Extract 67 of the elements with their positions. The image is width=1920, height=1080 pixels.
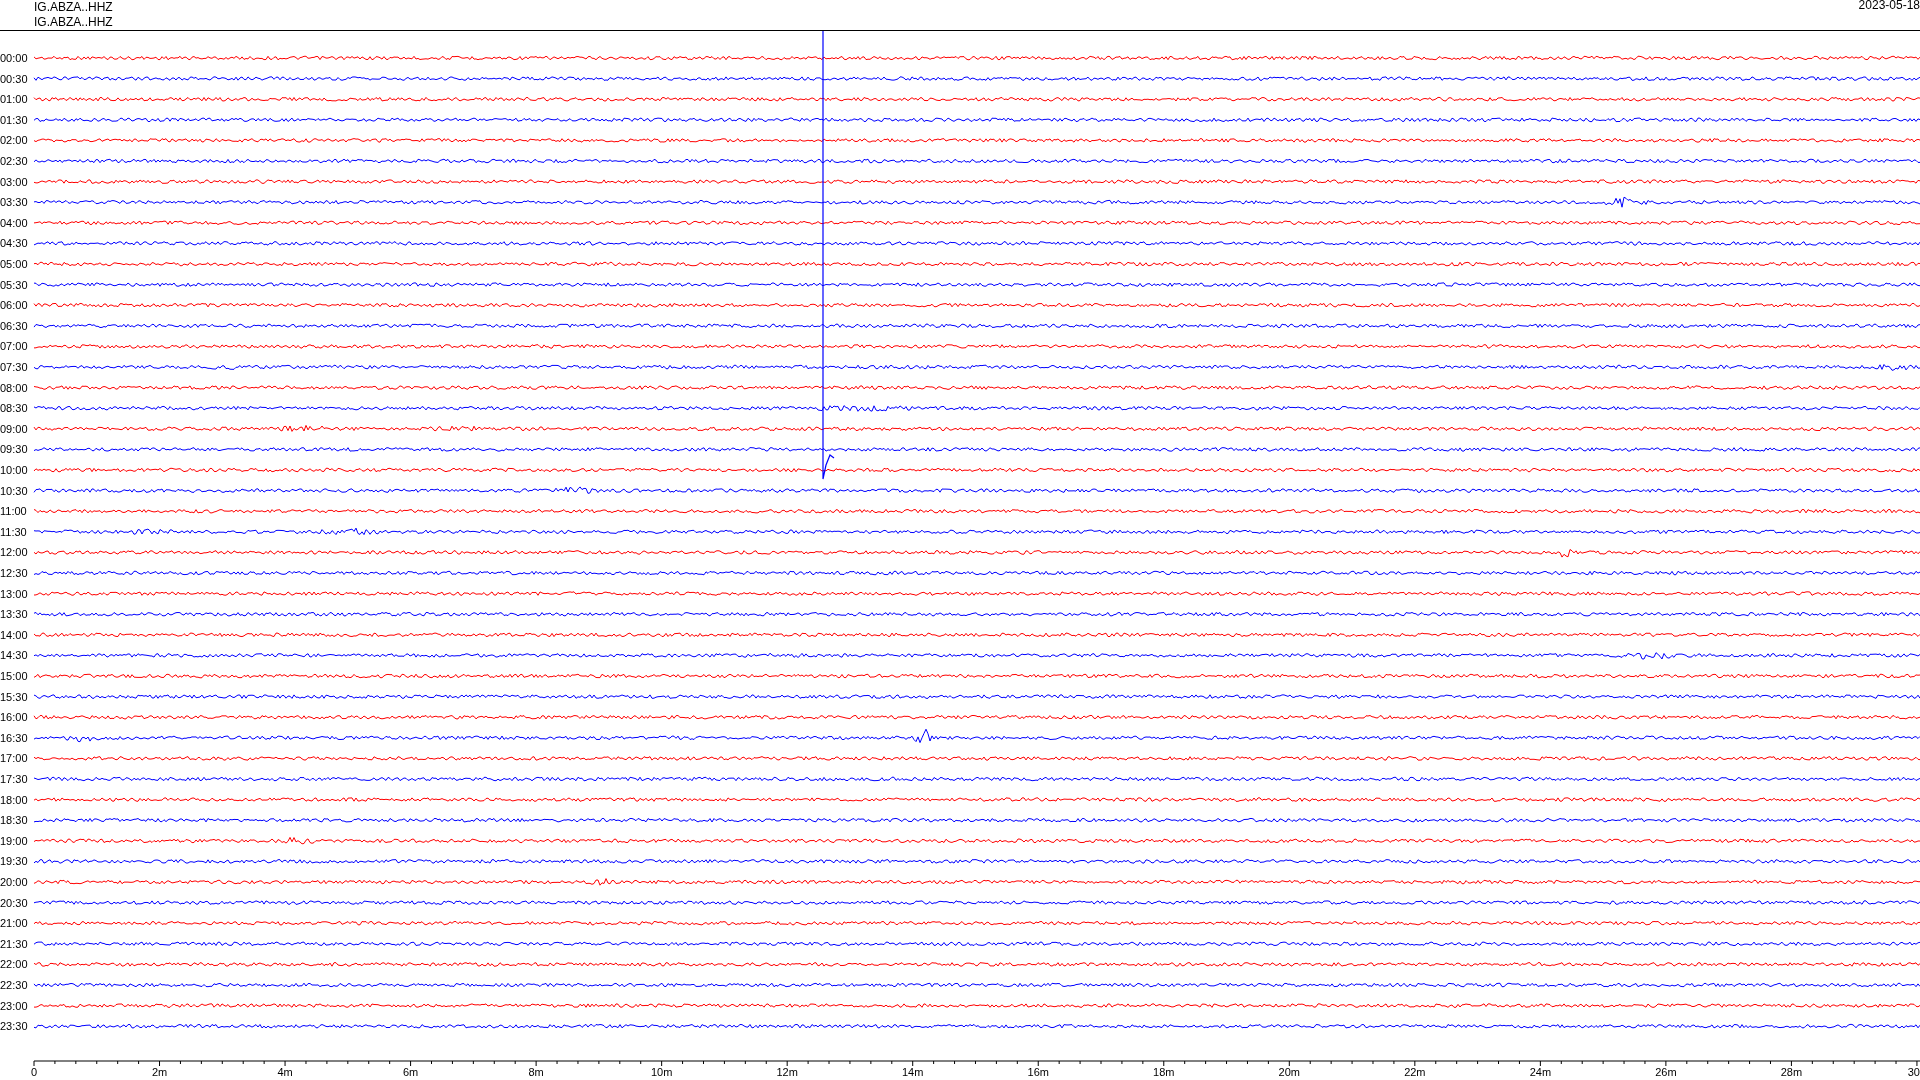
row-time-label: 02:30 <box>0 155 28 167</box>
axis-tick-label: 10m <box>650 1066 673 1078</box>
row-time-label: 19:30 <box>0 855 28 868</box>
row-time-label: 22:30 <box>0 979 28 991</box>
axis-tick-label: 28m <box>1780 1066 1803 1078</box>
axis-tick-label: 6m <box>402 1066 419 1078</box>
row-time-label: 09:00 <box>0 422 28 435</box>
axis-tick-label: 30 <box>1907 1066 1920 1078</box>
axis-tick-label: 20m <box>1278 1066 1300 1078</box>
row-time-label: 02:00 <box>0 134 28 147</box>
row-time-label: 13:00 <box>0 587 28 600</box>
row-time-label: 08:00 <box>0 381 28 394</box>
row-time-label: 05:30 <box>0 278 28 291</box>
row-time-label: 10:30 <box>0 484 28 497</box>
station-label: IG.ABZA..HHZ <box>34 0 113 14</box>
row-time-label: 14:00 <box>0 628 28 641</box>
row-time-label: 14:30 <box>0 649 28 662</box>
row-time-label: 04:00 <box>0 216 28 229</box>
axis-tick-label: 22m <box>1404 1066 1426 1078</box>
axis-tick-label: 16m <box>1027 1066 1049 1078</box>
row-time-label: 08:30 <box>0 402 28 415</box>
axis-tick-label: 12m <box>776 1066 798 1078</box>
date-label: 2023-05-18 <box>1858 0 1920 12</box>
row-time-label: 04:30 <box>0 237 28 250</box>
axis-tick-label: 14m <box>902 1066 924 1078</box>
axis-tick-label: 8m <box>528 1066 544 1078</box>
row-time-label: 18:30 <box>0 814 28 827</box>
row-time-label: 17:00 <box>0 752 28 765</box>
axis-tick-label: 2m <box>151 1066 168 1078</box>
row-time-label: 20:00 <box>0 876 28 888</box>
row-time-label: 16:30 <box>0 731 28 744</box>
axis-tick-label: 4m <box>277 1066 293 1078</box>
row-time-label: 05:00 <box>0 258 28 270</box>
row-time-label: 06:00 <box>0 299 28 312</box>
axis-tick-label: 0 <box>30 1066 38 1078</box>
row-time-label: 15:30 <box>0 690 28 703</box>
row-time-label: 09:30 <box>0 443 28 456</box>
row-time-label: 23:30 <box>0 1020 28 1033</box>
row-time-label: 11:00 <box>0 505 27 518</box>
row-time-label: 18:00 <box>0 793 28 806</box>
axis-tick-label: 26m <box>1655 1066 1677 1078</box>
row-time-label: 07:00 <box>0 340 28 353</box>
row-time-label: 10:00 <box>0 464 28 476</box>
row-time-label: 16:00 <box>0 711 28 724</box>
row-time-label: 15:00 <box>0 670 28 682</box>
row-time-label: 01:00 <box>0 93 28 106</box>
row-time-label: 12:00 <box>0 546 28 559</box>
axis-tick-label: 24m <box>1529 1066 1552 1078</box>
row-time-label: 07:30 <box>0 361 28 373</box>
row-time-label: 20:30 <box>0 896 28 909</box>
row-time-label: 19:00 <box>0 834 28 847</box>
row-time-label: 12:30 <box>0 567 28 579</box>
row-time-label: 17:30 <box>0 773 28 785</box>
row-time-label: 21:30 <box>0 937 28 950</box>
row-time-label: 21:00 <box>0 917 28 930</box>
row-time-label: 11:30 <box>0 525 27 538</box>
row-time-label: 03:00 <box>0 175 28 188</box>
row-time-label: 23:00 <box>0 999 28 1012</box>
row-time-label: 00:00 <box>0 52 28 64</box>
row-time-label: 00:30 <box>0 72 28 85</box>
row-time-label: 13:30 <box>0 608 28 621</box>
row-time-label: 22:00 <box>0 958 28 971</box>
row-time-label: 01:30 <box>0 113 28 126</box>
station-label: IG.ABZA..HHZ <box>34 14 113 29</box>
axis-tick-label: 18m <box>1153 1066 1175 1078</box>
row-time-label: 03:30 <box>0 196 28 209</box>
row-time-label: 06:30 <box>0 319 28 332</box>
